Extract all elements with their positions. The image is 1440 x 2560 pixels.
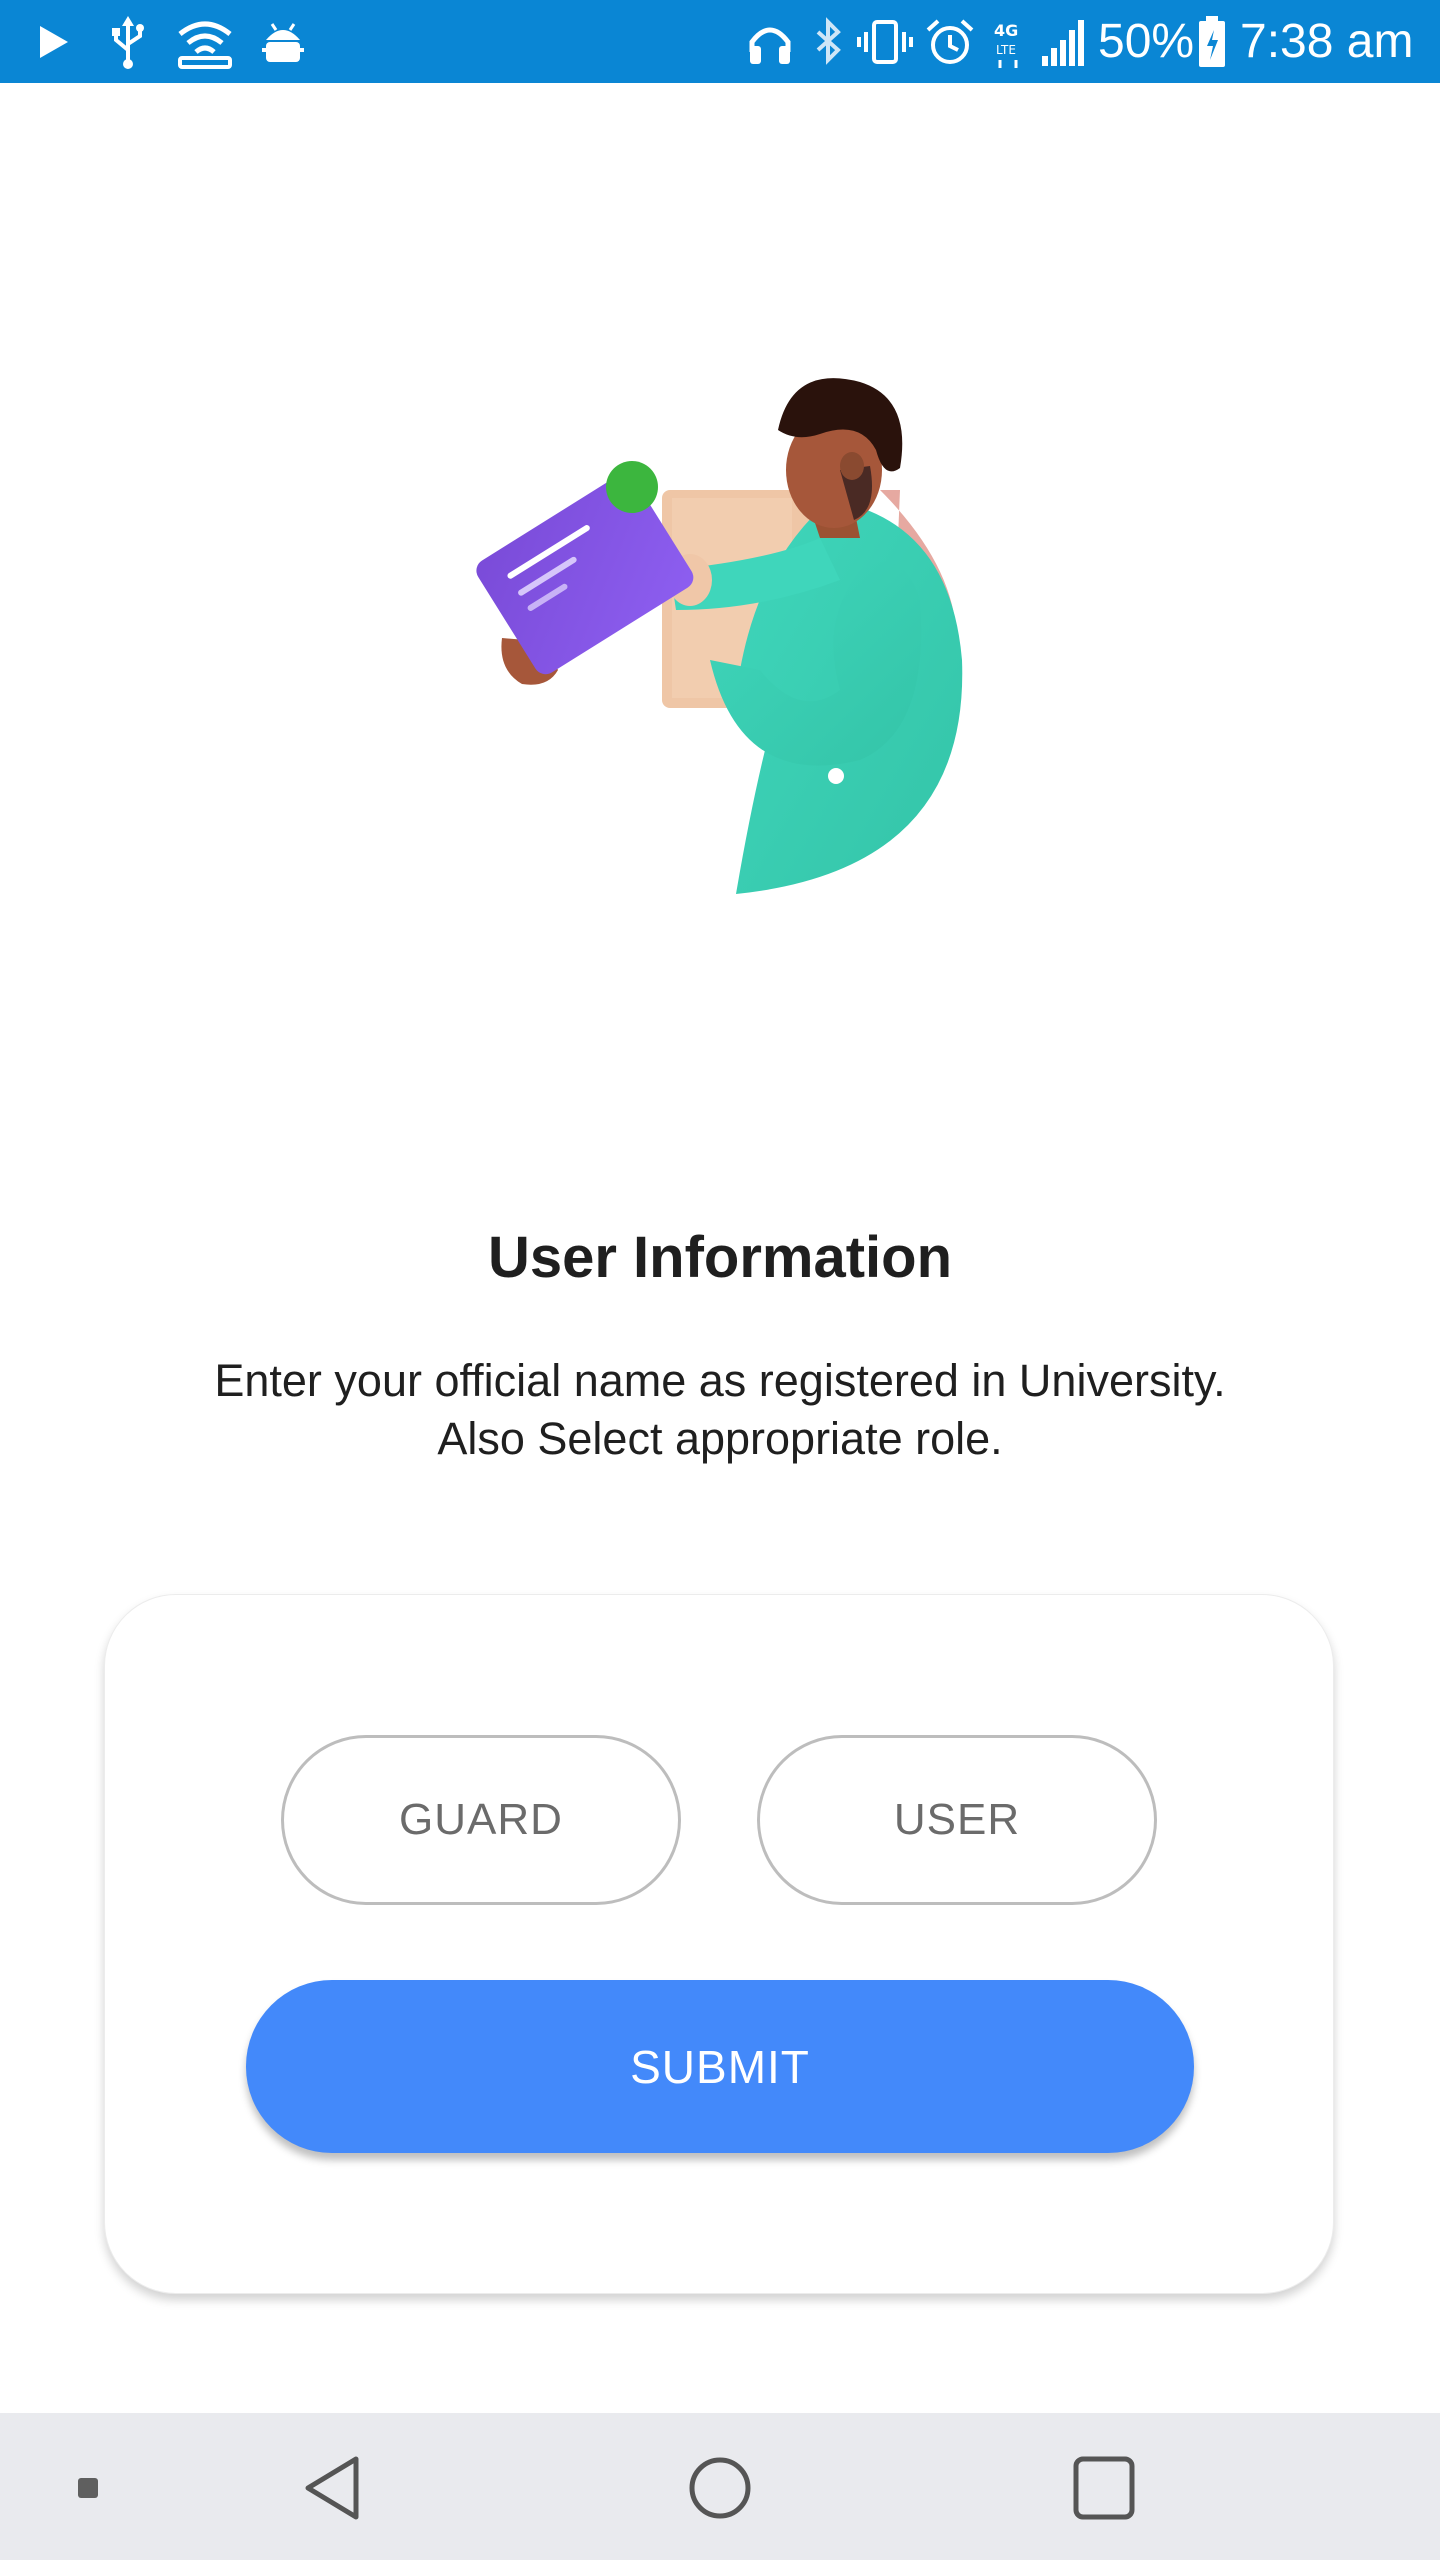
signal-icon: [1042, 20, 1084, 66]
illustration-person-with-tablet: [476, 378, 963, 894]
bluetooth-icon: [816, 17, 841, 65]
battery-icon: [1199, 16, 1225, 67]
status-bar: 4G LTE 50% 7:38 am: [0, 0, 1440, 83]
guard-role-button[interactable]: GUARD: [281, 1735, 681, 1905]
alarm-icon: [926, 19, 974, 64]
subtitle-line-2: Also Select appropriate role.: [437, 1413, 1003, 1464]
subtitle-line-1: Enter your official name as registered i…: [214, 1355, 1226, 1406]
page-title: User Information: [487, 1225, 953, 1290]
page-subtitle: Enter your official name as registered i…: [120, 1352, 1320, 1468]
android-debug-icon: [262, 23, 304, 62]
play-icon: [40, 26, 68, 58]
system-navigation-bar: [0, 2413, 1440, 2560]
role-selection-card: GUARD USER SUBMIT: [104, 1594, 1334, 2294]
svg-text:4G: 4G: [994, 21, 1018, 40]
submit-button[interactable]: SUBMIT: [246, 1980, 1194, 2153]
4g-lte-icon: 4G LTE: [994, 21, 1018, 68]
battery-percent: 50%: [1098, 15, 1195, 68]
overview-icon[interactable]: [1064, 2453, 1144, 2523]
svg-text:LTE: LTE: [996, 43, 1016, 57]
recent-dot-icon[interactable]: [50, 2453, 130, 2523]
headphones-icon: [749, 27, 791, 64]
back-icon[interactable]: [296, 2453, 376, 2523]
clock-time: 7:38 am: [1240, 15, 1414, 68]
usb-icon: [112, 16, 144, 69]
user-role-button[interactable]: USER: [757, 1735, 1157, 1905]
wifi-hotspot-icon: [178, 21, 232, 69]
vibrate-icon: [857, 20, 913, 64]
home-icon[interactable]: [680, 2453, 760, 2523]
